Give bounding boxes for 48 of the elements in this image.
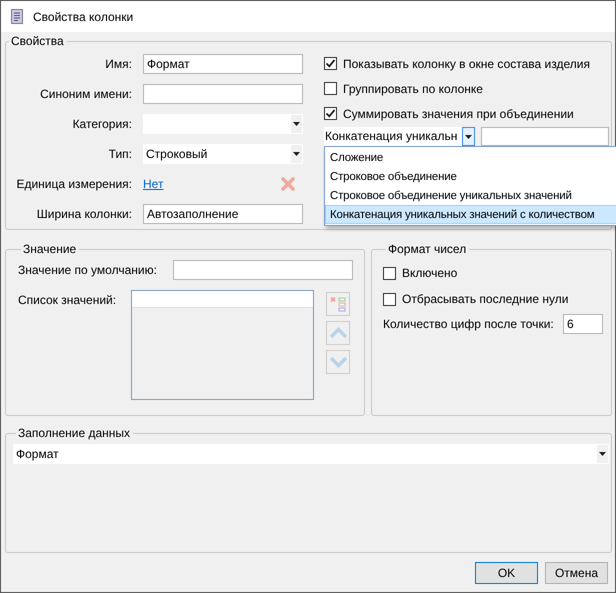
field-label: Список значений: — [18, 292, 118, 309]
group-title: Формат чисел — [387, 242, 468, 256]
caret-icon[interactable] — [465, 134, 472, 138]
checkbox-label: Отбрасывать последние нули — [402, 292, 568, 306]
field-label: Ширина колонки: — [36, 207, 132, 221]
dropdown-field[interactable]: Строковый — [143, 144, 303, 164]
checkbox[interactable] — [324, 57, 337, 70]
text-field[interactable] — [173, 260, 353, 280]
checkbox[interactable] — [324, 82, 337, 95]
field-label: Значение по умолчанию: — [18, 263, 158, 277]
checkbox[interactable] — [324, 107, 337, 120]
dialog-button[interactable]: OK — [475, 562, 538, 584]
checkbox-label: Включено — [402, 266, 458, 280]
field-label: Количество цифр после точки: — [383, 317, 554, 331]
checkbox-label: Суммировать значения при объединении — [343, 106, 574, 120]
caret-icon[interactable] — [293, 152, 300, 156]
delete-list-icon — [330, 296, 346, 312]
document-icon — [11, 9, 23, 24]
checkbox[interactable] — [383, 292, 396, 306]
dropdown-option[interactable]: Сложение — [325, 148, 616, 167]
value-list[interactable] — [131, 290, 314, 400]
text-field[interactable] — [143, 84, 303, 104]
checkbox-label: Группировать по колонке — [343, 82, 483, 96]
text-field[interactable] — [481, 127, 609, 146]
unit-link[interactable]: Нет — [143, 177, 164, 191]
field-label: Синоним имени: — [39, 87, 132, 101]
group-title: Заполнение данных — [17, 426, 132, 440]
dropdown-field[interactable]: Формат — [13, 444, 609, 464]
aggregation-dropdown[interactable]: Конкатенация уникальн — [324, 127, 475, 146]
caret-icon[interactable] — [293, 122, 300, 126]
group-title: Значение — [22, 242, 78, 256]
window-title: Свойства колонки — [33, 10, 134, 24]
group-title: Свойства — [10, 34, 65, 48]
checkbox-label: Показывать колонку в окне состава изделия — [343, 56, 590, 70]
dropdown-option[interactable]: Конкатенация уникальных значений с количеством — [325, 205, 616, 224]
dropdown-field[interactable] — [143, 114, 303, 134]
dropdown-option[interactable]: Строковое объединение — [325, 167, 616, 186]
caret-icon[interactable] — [599, 452, 606, 456]
field-label: Категория: — [72, 117, 132, 131]
text-field[interactable]: Автозаполнение — [143, 204, 303, 224]
checkbox[interactable] — [383, 266, 396, 280]
text-field[interactable]: Формат — [143, 54, 303, 74]
digits-field[interactable]: 6 — [563, 314, 603, 334]
field-label: Тип: — [108, 147, 132, 161]
field-label: Имя: — [104, 57, 132, 71]
dialog-button[interactable]: Отмена — [545, 562, 608, 584]
dropdown-option[interactable]: Строковое объединение уникальных значений — [325, 186, 616, 205]
field-label: Единица измерения: — [15, 177, 132, 191]
